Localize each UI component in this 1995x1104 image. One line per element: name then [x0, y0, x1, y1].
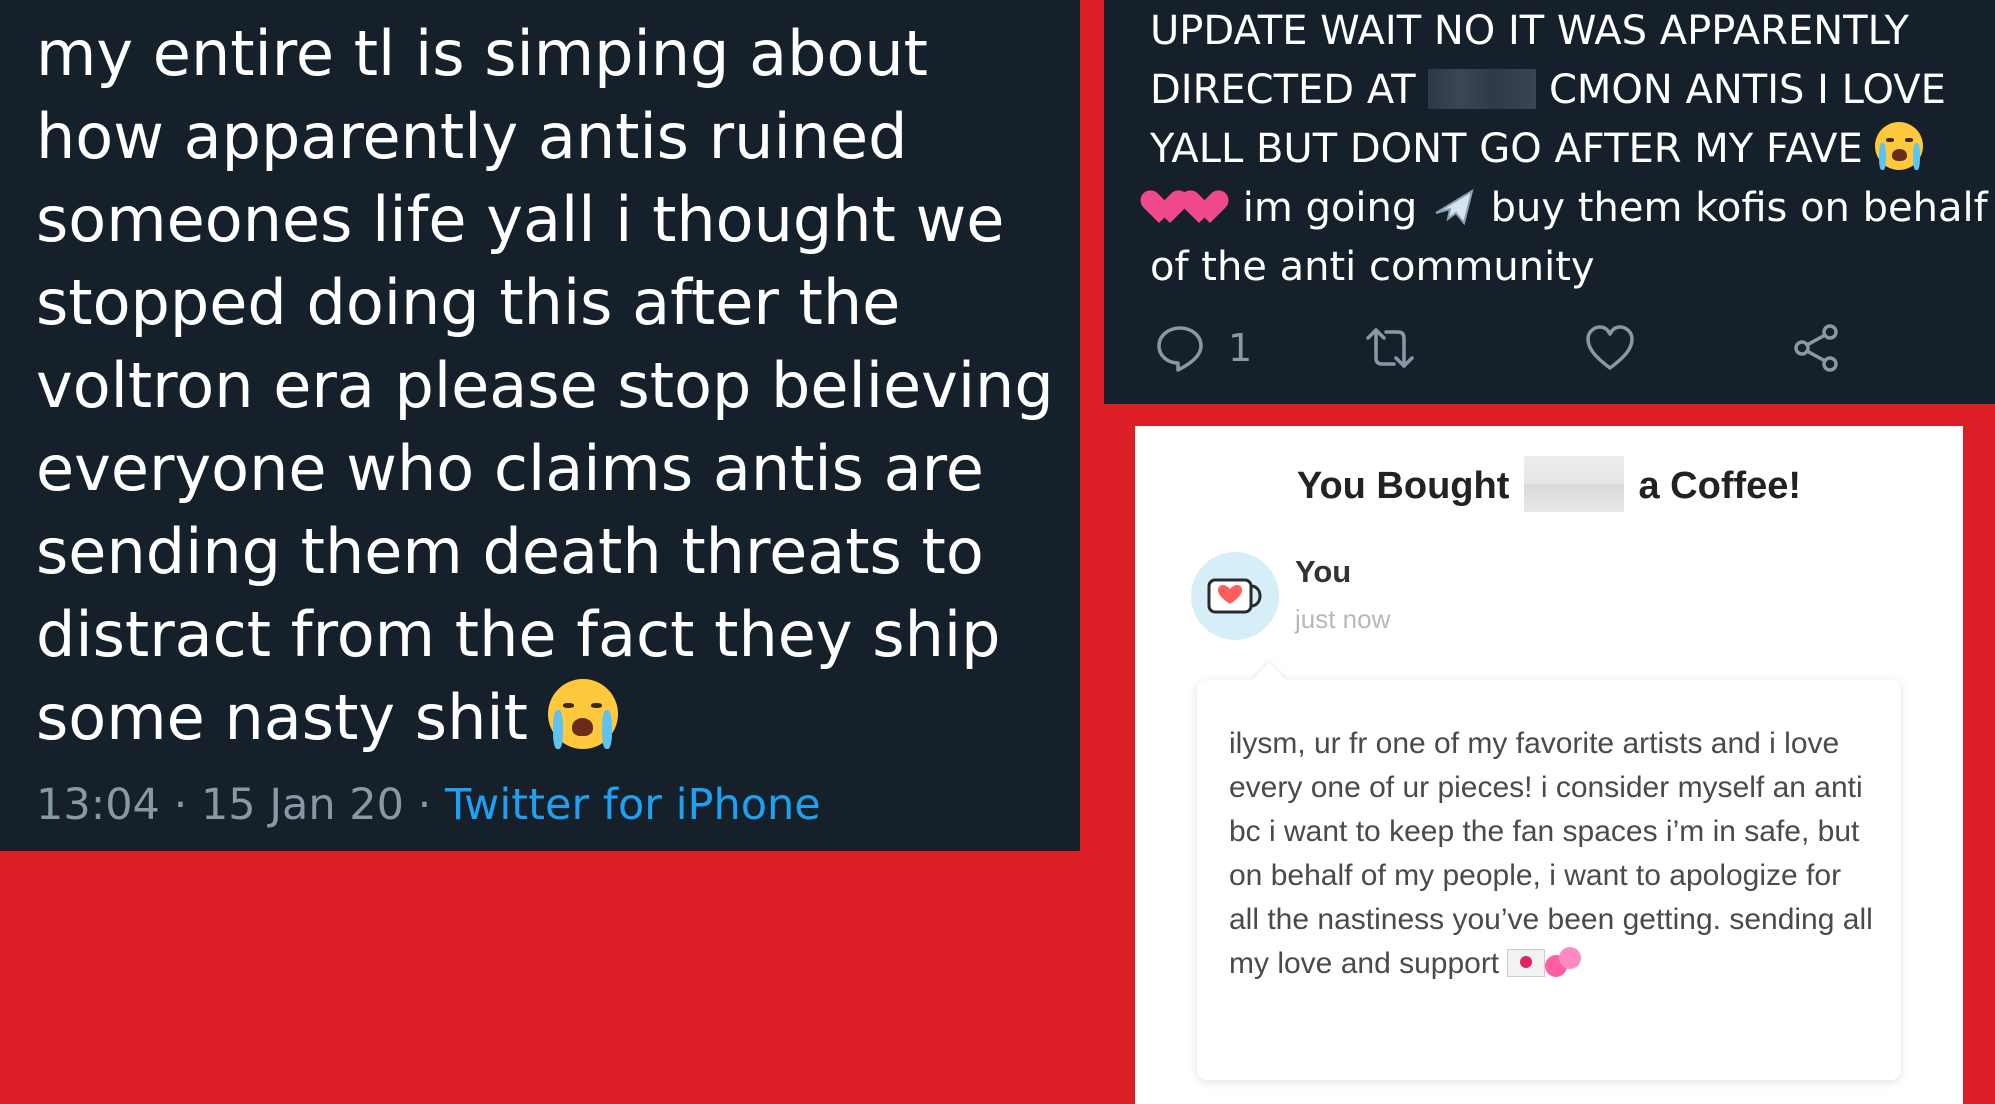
left-tweet-body: my entire tl is simping about how appare… [36, 17, 1054, 754]
share-icon [1794, 324, 1838, 372]
meta-separator: · [159, 780, 201, 830]
tweet-actions: 1 [1154, 322, 1954, 382]
heart-icon [1586, 325, 1634, 370]
love-letter-icon [1507, 949, 1546, 977]
broken-heart-icon [1190, 191, 1226, 227]
message-bubble: ilysm, ur fr one of my favorite artists … [1197, 680, 1901, 1080]
post-time: just now [1295, 604, 1391, 634]
reply-count: 1 [1228, 326, 1253, 370]
title-text-after: a Coffee! [1627, 465, 1802, 507]
reply-icon [1157, 326, 1203, 372]
retweet-icon [1366, 328, 1414, 368]
avatar [1191, 552, 1279, 640]
left-tweet-text: my entire tl is simping about how appare… [36, 12, 1066, 759]
loudly-crying-face-icon [1875, 122, 1924, 170]
right-tweet-panel: UPDATE WAIT NO IT WAS APPARENTLY DIRECTE… [1104, 0, 1995, 404]
retweet-button[interactable] [1364, 322, 1416, 374]
redacted-name [1428, 69, 1537, 109]
share-button[interactable] [1790, 322, 1842, 374]
message-body: ilysm, ur fr one of my favorite artists … [1229, 727, 1873, 980]
airplane-icon [1435, 188, 1474, 226]
tweet-date: 15 Jan 20 [200, 780, 404, 830]
message-text: ilysm, ur fr one of my favorite artists … [1229, 722, 1879, 986]
tweet-source-link[interactable]: Twitter for iPhone [445, 780, 821, 830]
redacted-recipient [1523, 456, 1624, 512]
right-tweet-text-3: im going [1230, 185, 1430, 231]
tweet-time: 13:04 [36, 780, 160, 830]
like-button[interactable] [1584, 322, 1636, 374]
two-hearts-icon [1545, 947, 1583, 979]
coffee-confirmation-card: You Bought a Coffee! You just now ilysm,… [1135, 426, 1963, 1104]
meta-separator-2: · [404, 780, 446, 830]
kofi-cup-icon [1207, 578, 1262, 614]
user-name: You [1295, 554, 1352, 589]
title-text-before: You Bought [1296, 465, 1520, 507]
reply-button[interactable]: 1 [1154, 322, 1252, 374]
right-tweet-text: UPDATE WAIT NO IT WAS APPARENTLY DIRECTE… [1150, 2, 1990, 297]
loudly-crying-face-icon [547, 679, 618, 749]
left-tweet-panel: my entire tl is simping about how appare… [0, 0, 1080, 851]
tweet-meta: 13:04 · 15 Jan 20 · Twitter for iPhone [36, 780, 821, 830]
card-title: You Bought a Coffee! [1135, 456, 1963, 512]
